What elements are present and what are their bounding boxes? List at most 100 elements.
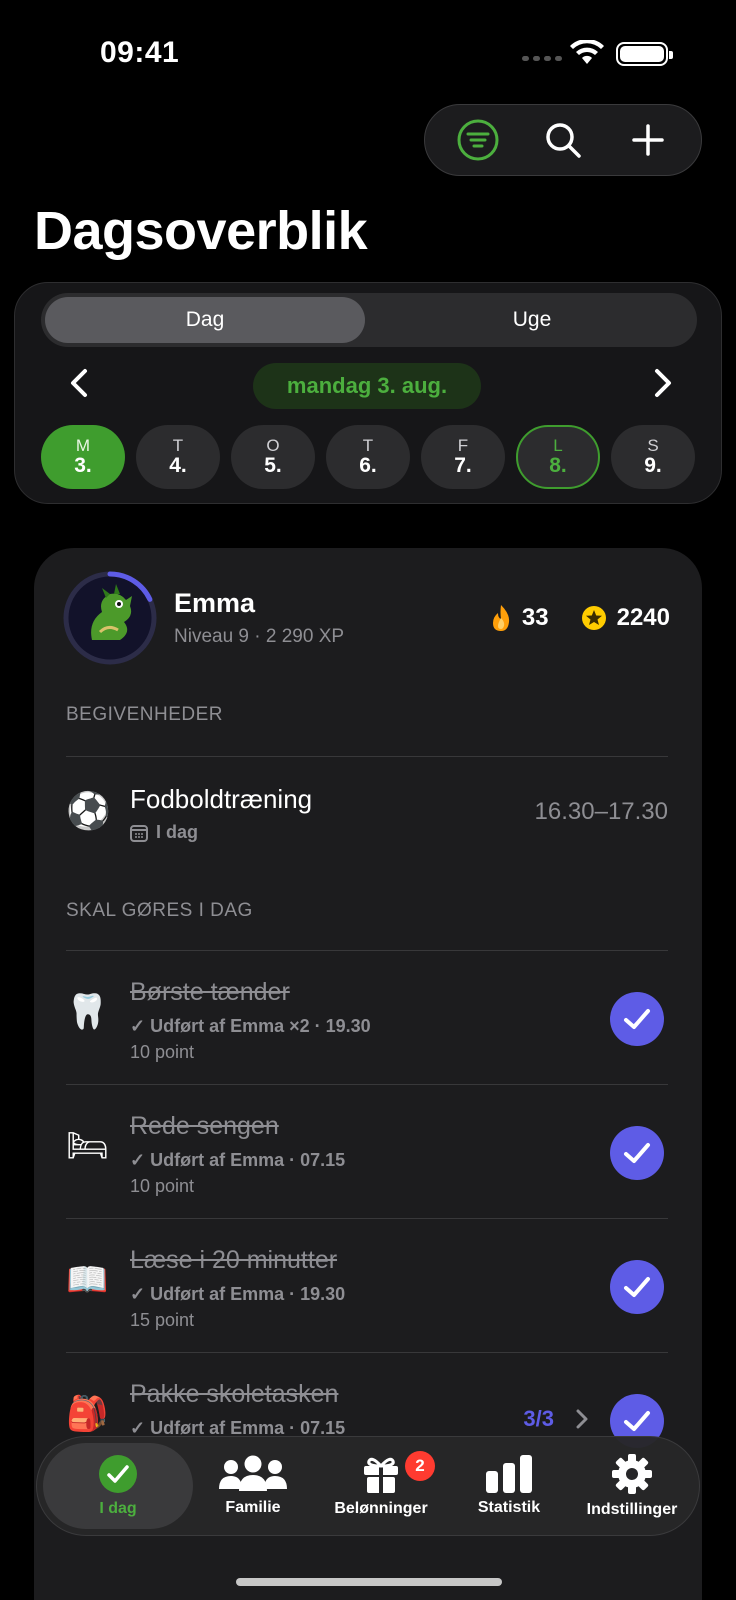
gear-icon: [612, 1454, 652, 1494]
event-time: 16.30–17.30: [534, 798, 668, 825]
streak-stat: 33: [490, 604, 549, 632]
day-number: 6.: [359, 453, 377, 477]
search-icon: [546, 123, 581, 158]
day-chip[interactable]: T 6.: [326, 425, 410, 489]
subtask-count-label: 3/3: [523, 1406, 554, 1431]
next-day-button[interactable]: [643, 363, 683, 403]
filter-button[interactable]: [450, 112, 506, 168]
day-chip[interactable]: F 7.: [421, 425, 505, 489]
add-button[interactable]: [620, 112, 676, 168]
backpack-icon: 🎒: [66, 1394, 109, 1434]
chevron-left-icon: [71, 369, 87, 397]
task-complete-toggle[interactable]: [610, 992, 664, 1046]
tab-statistics[interactable]: Statistik: [449, 1443, 569, 1529]
tab-rewards[interactable]: Belønninger 2: [313, 1443, 449, 1529]
divider: [66, 1218, 668, 1219]
divider: [66, 756, 668, 757]
day-letter: L: [553, 436, 563, 456]
task-points: 10 point: [130, 1042, 195, 1062]
search-button[interactable]: [535, 112, 591, 168]
task-subtask-count[interactable]: 3/3: [523, 1406, 588, 1432]
streak-count: 33: [521, 604, 549, 631]
day-letter: T: [362, 436, 374, 456]
soccer-ball-icon: ⚽: [66, 791, 111, 832]
task-complete-toggle[interactable]: [610, 1260, 664, 1314]
status-time: 09:41: [100, 36, 180, 69]
tab-label: Belønninger: [334, 1500, 428, 1517]
week-day-strip: M 3. T 4. O 5. T 6. F 7. L 8. S 9.: [41, 425, 699, 489]
chevron-right-icon: [576, 1409, 588, 1429]
member-stats: 33 2240: [490, 604, 670, 632]
tooth-icon: 🦷: [66, 992, 109, 1032]
checkmark-icon: [624, 1143, 650, 1163]
tab-week[interactable]: Uge: [371, 297, 693, 343]
tab-label: Familie: [225, 1499, 281, 1516]
task-completed-info: ✓ Udført af Emma ×2 · 19.30: [130, 1016, 371, 1036]
view-toggle: Dag Uge: [41, 293, 697, 347]
task-complete-toggle[interactable]: [610, 1126, 664, 1180]
bar-chart-icon: [486, 1455, 532, 1493]
day-number: 3.: [74, 453, 92, 477]
task-item[interactable]: 🛏 Rede sengen ✓ Udført af Emma · 07.15 1…: [66, 1086, 668, 1218]
day-letter: S: [647, 436, 659, 456]
tab-day[interactable]: Dag: [45, 297, 365, 343]
member-name: Emma: [174, 588, 256, 618]
tab-family[interactable]: Familie: [193, 1443, 313, 1529]
event-item[interactable]: ⚽ Fodboldtræning I dag 16.30–17.30: [66, 780, 668, 850]
tab-label: I dag: [99, 1500, 137, 1517]
day-number: 5.: [264, 453, 282, 477]
task-title: Pakke skoletasken: [130, 1380, 339, 1408]
divider: [66, 1352, 668, 1353]
day-chip[interactable]: T 4.: [136, 425, 220, 489]
current-date[interactable]: mandag 3. aug.: [253, 363, 481, 409]
day-letter: M: [75, 436, 91, 456]
task-item[interactable]: 🦷 Børste tænder ✓ Udført af Emma ×2 · 19…: [66, 952, 668, 1084]
divider: [66, 1084, 668, 1085]
task-points: 10 point: [130, 1176, 195, 1196]
checkmark-icon: [624, 1277, 650, 1297]
home-indicator: [236, 1578, 502, 1586]
rewards-badge: 2: [405, 1451, 435, 1481]
checkmark-circle-icon: [99, 1455, 137, 1493]
day-number: 4.: [169, 453, 187, 477]
bed-icon: 🛏: [66, 1126, 110, 1166]
previous-day-button[interactable]: [59, 363, 99, 403]
task-title: Børste tænder: [130, 978, 290, 1006]
avatar[interactable]: [62, 570, 158, 666]
day-letter: F: [457, 436, 469, 456]
event-day-label: I dag: [156, 822, 199, 842]
task-title: Læse i 20 minutter: [130, 1246, 338, 1274]
filter-icon: [457, 119, 499, 161]
day-letter: O: [266, 436, 280, 456]
wifi-icon: [570, 40, 604, 64]
task-points: 15 point: [130, 1310, 195, 1330]
tab-settings[interactable]: Indstillinger: [569, 1443, 695, 1529]
divider: [66, 950, 668, 951]
day-chip[interactable]: O 5.: [231, 425, 315, 489]
event-subtitle: I dag: [130, 822, 198, 843]
event-title: Fodboldtræning: [130, 784, 313, 814]
day-chip[interactable]: M 3.: [41, 425, 125, 489]
task-item[interactable]: 📖 Læse i 20 minutter ✓ Udført af Emma · …: [66, 1220, 668, 1352]
task-completed-info: ✓ Udført af Emma · 19.30: [130, 1284, 346, 1304]
day-chip-today[interactable]: L 8.: [516, 425, 600, 489]
member-level: Niveau 9 · 2 290 XP: [174, 626, 345, 647]
day-number: 9.: [644, 453, 662, 477]
day-chip[interactable]: S 9.: [611, 425, 695, 489]
coin-star-icon: [581, 606, 606, 630]
date-picker-panel: Dag Uge mandag 3. aug. M 3. T 4. O 5. T …: [14, 282, 722, 504]
chevron-right-icon: [655, 369, 671, 397]
events-header: BEGIVENHEDER: [66, 704, 223, 725]
flame-icon: [492, 605, 510, 631]
tab-bar: I dag Familie Belønninger 2 Statistik In…: [36, 1436, 700, 1536]
tab-today[interactable]: I dag: [43, 1443, 193, 1529]
battery-icon: [616, 42, 673, 66]
coin-count: 2240: [616, 604, 670, 631]
status-bar: 09:41: [0, 0, 736, 100]
cellular-dots-icon: [522, 56, 562, 61]
family-icon: [219, 1455, 287, 1491]
top-toolbar: [424, 104, 702, 176]
tab-label: Indstillinger: [586, 1501, 678, 1518]
plus-icon: [632, 124, 665, 156]
calendar-icon: [130, 824, 148, 842]
